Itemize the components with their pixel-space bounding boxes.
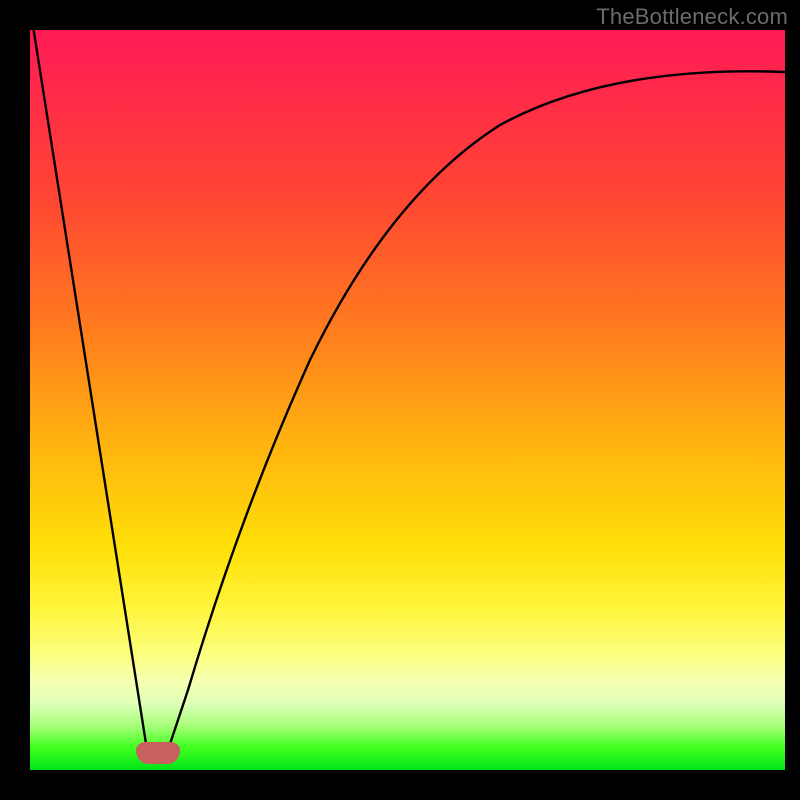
watermark-text: TheBottleneck.com <box>596 4 788 30</box>
curve-left-branch <box>33 26 147 750</box>
bottleneck-curve <box>30 30 785 770</box>
plot-area <box>30 30 785 770</box>
chart-frame: TheBottleneck.com <box>0 0 800 800</box>
curve-right-branch <box>168 71 785 750</box>
valley-marker <box>136 742 180 764</box>
